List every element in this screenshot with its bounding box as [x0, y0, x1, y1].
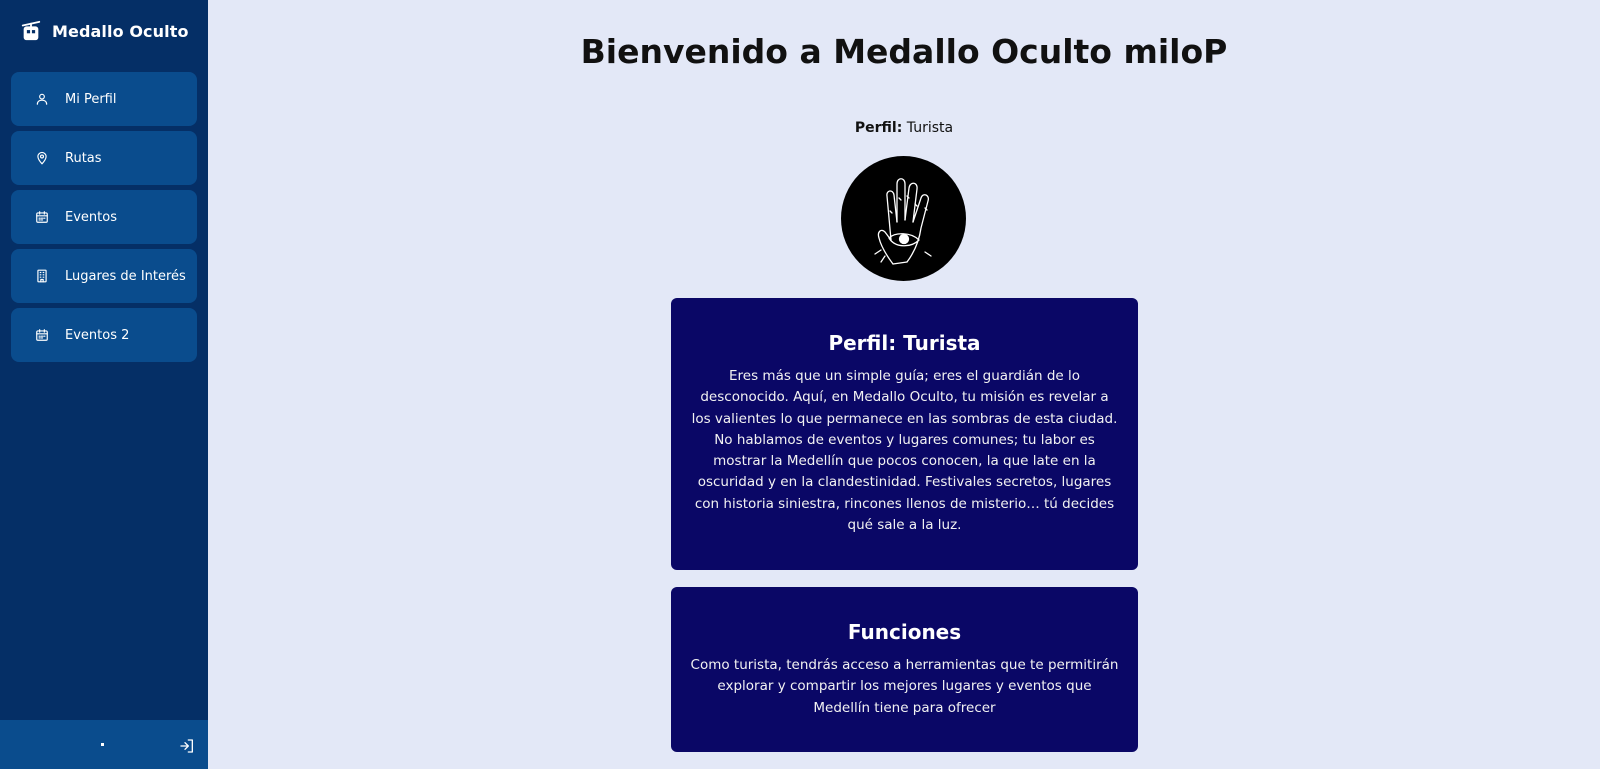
card-body: Como turista, tendrás acceso a herramien…: [690, 657, 1119, 716]
calendar-icon: [35, 328, 49, 342]
map-pin-icon: [35, 151, 49, 165]
logout-icon[interactable]: [179, 738, 195, 754]
sidebar: Medallo Oculto Mi Perfil Rutas Eventos L…: [0, 0, 208, 769]
card-title: Funciones: [847, 620, 962, 644]
page-title: Bienvenido a Medallo Oculto miloP: [580, 32, 1228, 71]
brand[interactable]: Medallo Oculto: [0, 0, 208, 62]
profile-label: Perfil:: [854, 120, 903, 136]
sidebar-item-eventos[interactable]: Eventos: [11, 190, 197, 244]
building-icon: [35, 269, 49, 283]
sidebar-item-label: Lugares de Interés: [65, 268, 186, 284]
card-title: Perfil: Turista: [828, 331, 981, 355]
cable-car-icon: [20, 20, 42, 42]
sidebar-footer: [0, 720, 208, 769]
user-indicator: [101, 743, 104, 746]
brand-name: Medallo Oculto: [52, 21, 189, 41]
sidebar-item-label: Eventos: [65, 209, 117, 225]
avatar: [841, 156, 966, 281]
sidebar-item-mi-perfil[interactable]: Mi Perfil: [11, 72, 197, 126]
sidebar-item-label: Mi Perfil: [65, 91, 117, 107]
main-content: Bienvenido a Medallo Oculto miloP Perfil…: [208, 0, 1600, 769]
profile-line: Perfil: Turista: [208, 120, 1600, 136]
calendar-icon: [35, 210, 49, 224]
profile-card: Perfil: Turista Eres más que un simple g…: [671, 298, 1138, 570]
sidebar-item-label: Eventos 2: [65, 327, 130, 343]
user-icon: [35, 92, 49, 106]
sidebar-item-eventos-2[interactable]: Eventos 2: [11, 308, 197, 362]
profile-value: Turista: [906, 120, 954, 136]
sidebar-nav: Mi Perfil Rutas Eventos Lugares de Inter…: [0, 62, 208, 367]
sidebar-item-lugares-de-interes[interactable]: Lugares de Interés: [11, 249, 197, 303]
sidebar-item-rutas[interactable]: Rutas: [11, 131, 197, 185]
card-body: Eres más que un simple guía; eres el gua…: [691, 368, 1118, 534]
sidebar-item-label: Rutas: [65, 150, 102, 166]
functions-card: Funciones Como turista, tendrás acceso a…: [671, 587, 1138, 752]
